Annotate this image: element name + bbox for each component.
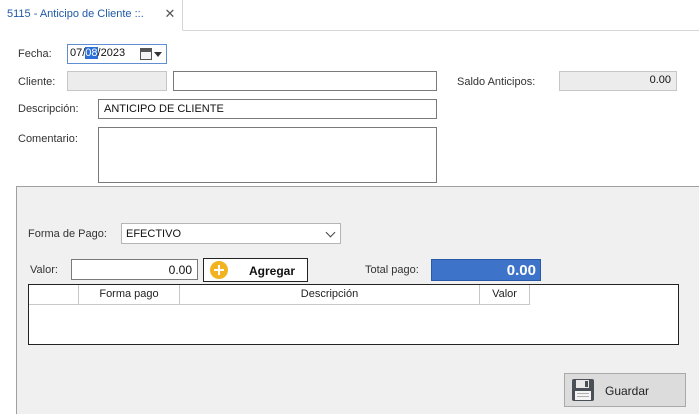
fecha-date-picker[interactable]: 07/08/2023 [67, 44, 167, 64]
fecha-label: Fecha: [18, 48, 52, 60]
guardar-label: Guardar [605, 384, 650, 398]
comentario-label: Comentario: [18, 133, 78, 145]
saldo-anticipos-label: Saldo Anticipos: [457, 76, 536, 88]
cliente-label: Cliente: [18, 76, 56, 88]
descripcion-label: Descripción: [18, 103, 79, 115]
floppy-disk-icon [572, 379, 594, 401]
total-pago-box: 0.00 [431, 259, 541, 281]
valor-field[interactable] [71, 259, 198, 280]
cliente-code-field[interactable] [67, 71, 167, 91]
forma-pago-value: EFECTIVO [126, 228, 182, 240]
grid-col-indicator[interactable] [29, 285, 79, 305]
descripcion-field[interactable] [98, 99, 437, 119]
forma-pago-select[interactable]: EFECTIVO [121, 223, 341, 244]
tab-title: 5115 - Anticipo de Cliente ::. [7, 8, 144, 20]
guardar-button[interactable]: Guardar [564, 373, 686, 407]
valor-label: Valor: [30, 264, 58, 276]
total-pago-value: 0.00 [506, 262, 536, 279]
comentario-field[interactable] [98, 127, 437, 183]
agregar-label: Agregar [249, 264, 296, 278]
agregar-button[interactable]: Agregar [203, 258, 308, 282]
grid-col-forma-pago[interactable]: Forma pago [79, 285, 180, 305]
total-pago-label: Total pago: [365, 264, 419, 276]
cliente-name-field[interactable] [173, 71, 437, 91]
plus-circle-icon [210, 261, 228, 279]
fecha-value: 07/08/2023 [70, 47, 126, 59]
chevron-down-icon [325, 227, 336, 238]
grid-col-descripcion[interactable]: Descripción [180, 285, 480, 305]
tab-strip: 5115 - Anticipo de Cliente ::. ✕ [0, 0, 699, 31]
payments-grid[interactable]: Forma pago Descripción Valor [28, 284, 679, 345]
saldo-anticipos-value: 0.00 [559, 71, 677, 91]
close-icon[interactable]: ✕ [164, 7, 176, 21]
grid-col-valor[interactable]: Valor [480, 285, 530, 305]
calendar-icon[interactable] [140, 48, 152, 60]
forma-pago-label: Forma de Pago: [28, 228, 107, 240]
tab-anticipo-cliente[interactable]: 5115 - Anticipo de Cliente ::. ✕ [0, 0, 183, 31]
chevron-down-icon[interactable] [154, 52, 162, 57]
